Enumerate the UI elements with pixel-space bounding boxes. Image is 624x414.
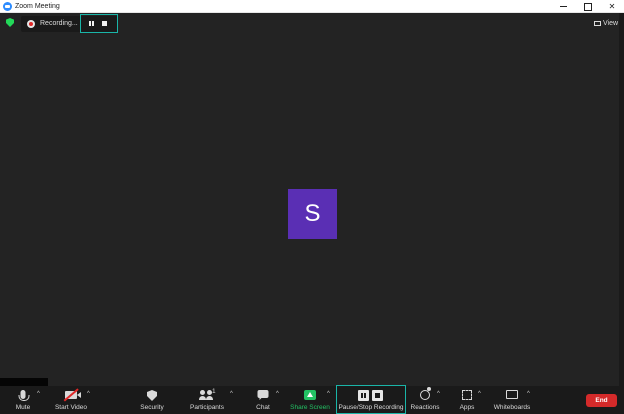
reactions-options-caret[interactable]: ^ <box>437 391 443 397</box>
recording-controls-icon <box>358 390 384 401</box>
share-options-caret[interactable]: ^ <box>327 391 333 397</box>
end-meeting-button[interactable]: End <box>586 394 617 407</box>
chat-button[interactable]: Chat <box>250 388 276 412</box>
start-video-button[interactable]: Start Video <box>51 388 91 412</box>
self-view-strip <box>0 378 48 386</box>
reactions-label: Reactions <box>410 404 440 411</box>
whiteboards-button[interactable]: Whiteboards <box>492 388 532 412</box>
mic-icon <box>18 390 30 401</box>
apps-label: Apps <box>459 404 475 411</box>
whiteboards-options-caret[interactable]: ^ <box>527 391 533 397</box>
pause-stop-recording-button[interactable]: Pause/Stop Recording <box>337 388 405 412</box>
recording-controls-highlight <box>80 14 118 33</box>
apps-button[interactable]: Apps <box>456 388 478 412</box>
maximize-button[interactable] <box>577 0 599 13</box>
chat-label: Chat <box>256 404 270 411</box>
share-screen-icon <box>304 390 316 400</box>
apps-icon <box>462 390 472 400</box>
participants-options-caret[interactable]: ^ <box>230 391 236 397</box>
share-screen-label: Share Screen <box>290 404 330 411</box>
apps-options-caret[interactable]: ^ <box>478 391 484 397</box>
whiteboards-icon <box>506 390 518 399</box>
pause-stop-recording-label: Pause/Stop Recording <box>338 404 404 411</box>
close-button[interactable]: ✕ <box>601 0 623 13</box>
participants-count: 1 <box>212 388 216 395</box>
chat-options-caret[interactable]: ^ <box>276 391 282 397</box>
share-screen-button[interactable]: Share Screen <box>290 388 330 412</box>
reactions-icon <box>420 387 431 400</box>
minimize-button[interactable] <box>553 0 575 13</box>
participant-avatar: S <box>288 189 337 239</box>
view-label: View <box>603 20 619 27</box>
view-icon <box>594 21 601 26</box>
start-video-label: Start Video <box>54 404 88 411</box>
security-button[interactable]: Security <box>137 388 167 412</box>
zoom-logo-icon <box>3 2 12 11</box>
security-label: Security <box>140 404 164 411</box>
whiteboards-label: Whiteboards <box>493 404 531 411</box>
record-icon <box>27 20 35 28</box>
pause-icon[interactable] <box>89 21 95 26</box>
security-icon <box>147 390 157 401</box>
window-title: Zoom Meeting <box>15 3 60 10</box>
mute-button[interactable]: Mute <box>8 388 38 412</box>
window-edge <box>619 13 624 414</box>
window-title-bar: Zoom Meeting ✕ <box>0 0 624 13</box>
participants-button[interactable]: 1 Participants <box>188 388 226 412</box>
mute-label: Mute <box>15 404 31 411</box>
stop-icon <box>372 390 383 401</box>
video-options-caret[interactable]: ^ <box>87 391 93 397</box>
participants-label: Participants <box>190 404 224 411</box>
pause-icon <box>358 390 369 401</box>
audio-options-caret[interactable]: ^ <box>37 391 43 397</box>
chat-icon <box>257 390 269 400</box>
stop-icon[interactable] <box>102 21 107 26</box>
recording-status-label: Recording... <box>40 20 78 27</box>
